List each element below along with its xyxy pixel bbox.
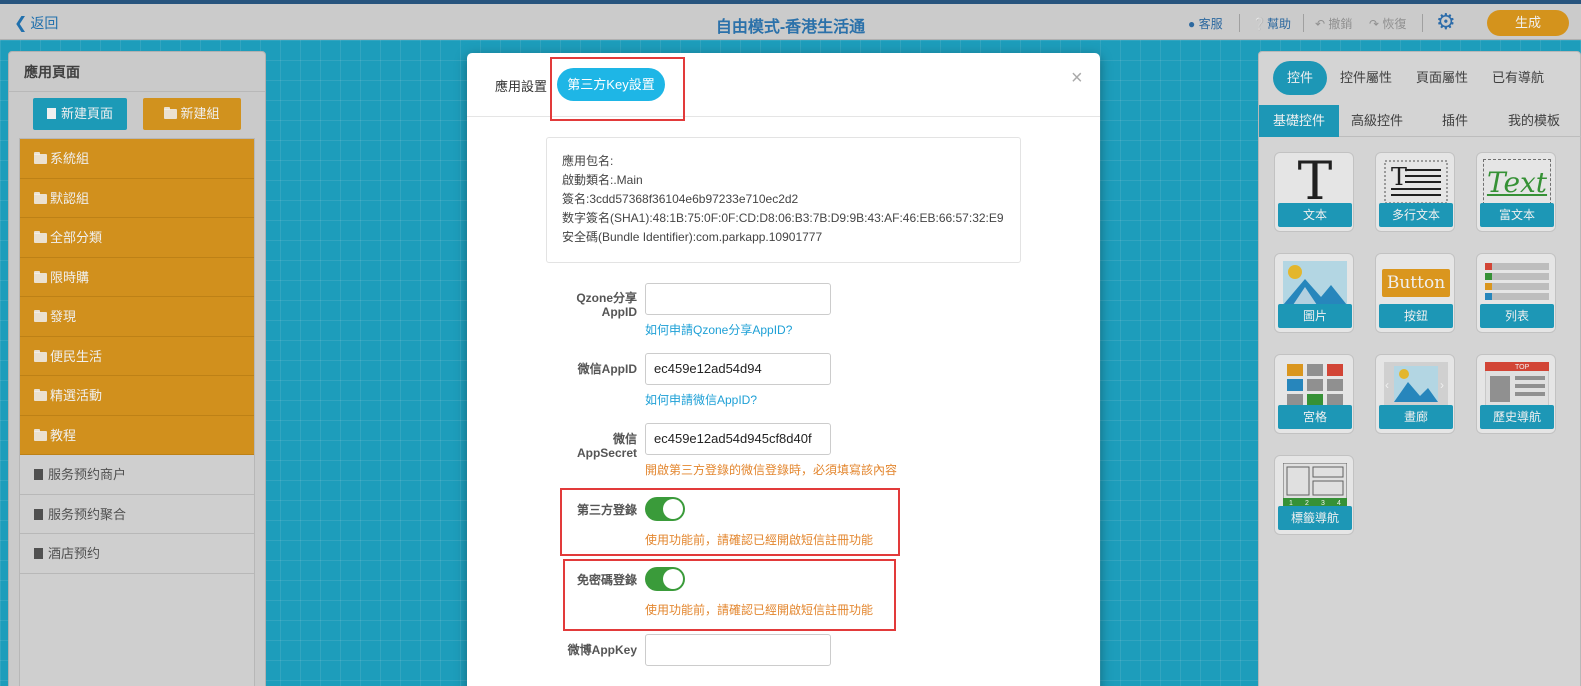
app-info-box: 應用包名: 啟動類名:.Main 簽名:3cdd57368f36104e6b97… (546, 137, 1021, 263)
passwordless-login-hint: 使用功能前，請確認已經開啟短信註冊功能 (645, 603, 874, 617)
wechat-appsecret-hint: 開啟第三方登錄的微信登錄時，必須填寫該內容 (645, 463, 898, 477)
wechat-appid-help-link[interactable]: 如何申請微信AppID? (645, 391, 757, 408)
third-party-login-hint: 使用功能前，請確認已經開啟短信註冊功能 (645, 533, 874, 547)
qzone-appid-label: Qzone分享AppID (576, 291, 637, 319)
tab-app-settings[interactable]: 應用設置 (495, 76, 547, 95)
weibo-appkey-label: 微博AppKey (567, 643, 637, 657)
wechat-appsecret-input[interactable]: ec459e12ad54d945cf8d40f (645, 423, 831, 455)
passwordless-login-toggle[interactable] (645, 567, 685, 591)
qzone-help-link[interactable]: 如何申請Qzone分享AppID? (645, 321, 792, 338)
wechat-appsecret-label: 微信AppSecret (576, 432, 637, 460)
third-party-key-dialog: 應用設置 第三方Key設置 × 應用包名: 啟動類名:.Main 簽名:3cdd… (467, 53, 1100, 686)
third-party-login-toggle[interactable] (645, 497, 685, 521)
passwordless-login-label: 免密碼登錄 (576, 573, 637, 587)
weibo-appkey-input[interactable] (645, 634, 831, 666)
highlight-box-passwordless-login (563, 559, 896, 631)
info-bundle-id: 安全碼(Bundle Identifier):com.parkapp.10901… (562, 230, 823, 244)
qzone-appid-input[interactable] (645, 283, 831, 315)
third-party-login-label: 第三方登錄 (576, 503, 637, 517)
info-package-name: 應用包名: (562, 154, 614, 168)
wechat-appid-label: 微信AppID (577, 362, 637, 376)
info-sha1: 数字簽名(SHA1):48:1B:75:0F:0F:CD:D8:06:B3:7B… (562, 211, 1004, 225)
close-icon[interactable]: × (1071, 67, 1083, 90)
highlight-box-tab (550, 57, 685, 121)
info-signature: 簽名:3cdd57368f36104e6b97233e710ec2d2 (562, 192, 799, 206)
wechat-appid-input[interactable]: ec459e12ad54d94 (645, 353, 831, 385)
info-launch-class: 啟動類名:.Main (562, 173, 643, 187)
